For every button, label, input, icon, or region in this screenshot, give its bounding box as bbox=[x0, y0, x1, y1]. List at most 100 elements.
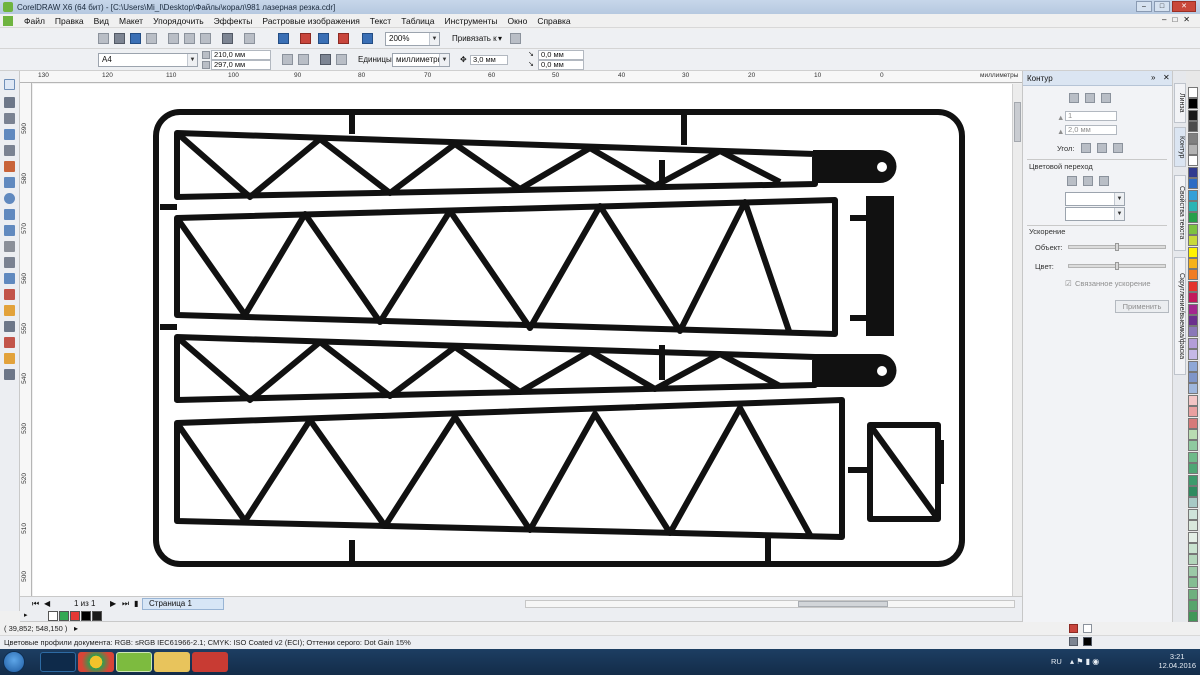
search-content-icon[interactable] bbox=[278, 33, 289, 44]
apply-button[interactable]: Применить bbox=[1115, 300, 1169, 313]
palette-swatch[interactable] bbox=[1188, 429, 1198, 440]
snap-dropdown-arrow[interactable]: ▾ bbox=[498, 33, 502, 45]
menu-window[interactable]: Окно bbox=[503, 16, 533, 26]
palette-swatch[interactable] bbox=[1188, 372, 1198, 383]
save-icon[interactable] bbox=[130, 33, 141, 44]
horizontal-scroll-thumb[interactable] bbox=[798, 601, 888, 607]
palette-swatch[interactable] bbox=[1188, 588, 1198, 600]
status-expand-icon[interactable]: ▸ bbox=[74, 623, 78, 635]
menu-help[interactable]: Справка bbox=[532, 16, 575, 26]
vertical-ruler[interactable]: 590 580 570 560 550 540 530 520 510 500 bbox=[20, 83, 32, 596]
palette-swatch[interactable] bbox=[1188, 417, 1198, 429]
palette-swatch[interactable] bbox=[1188, 337, 1198, 349]
zoom-tool-icon[interactable] bbox=[4, 129, 15, 140]
rectangle-tool-icon[interactable] bbox=[4, 177, 15, 188]
ellipse-tool-icon[interactable] bbox=[4, 193, 15, 204]
palette-swatch[interactable] bbox=[1188, 201, 1198, 212]
palette-swatch[interactable] bbox=[1188, 440, 1198, 452]
vertical-scrollbar[interactable] bbox=[1012, 84, 1022, 596]
palette-swatch[interactable] bbox=[1188, 577, 1198, 589]
laser-cut-drawing[interactable] bbox=[33, 84, 1021, 596]
palette-swatch[interactable] bbox=[1188, 132, 1198, 144]
snap-to-dropdown[interactable]: Привязать к bbox=[452, 33, 497, 45]
palette-swatch[interactable] bbox=[1188, 543, 1198, 554]
tab-contour[interactable]: Контур bbox=[1174, 127, 1186, 167]
chrome-taskbar-icon[interactable] bbox=[78, 652, 114, 672]
page-tab[interactable]: Страница 1 bbox=[142, 598, 224, 610]
object-acceleration-slider[interactable] bbox=[1068, 243, 1166, 251]
color-swatch[interactable] bbox=[59, 611, 69, 621]
contour-inside-icon[interactable] bbox=[1085, 93, 1095, 103]
text-tool-icon[interactable] bbox=[4, 241, 15, 252]
open-icon[interactable] bbox=[114, 33, 125, 44]
menu-text[interactable]: Текст bbox=[365, 16, 396, 26]
palette-swatch[interactable] bbox=[1188, 326, 1198, 338]
menu-view[interactable]: Вид bbox=[89, 16, 114, 26]
zoom-level-select[interactable]: 200% ▼ bbox=[385, 32, 440, 46]
clockwise-blend-icon[interactable] bbox=[1083, 176, 1093, 186]
palette-swatch[interactable] bbox=[1188, 349, 1198, 361]
palette-swatch[interactable] bbox=[1188, 166, 1198, 178]
palette-swatch[interactable] bbox=[1188, 508, 1198, 520]
palette-swatch[interactable] bbox=[1188, 246, 1198, 258]
input-language[interactable]: RU bbox=[1051, 657, 1062, 666]
color-acceleration-slider[interactable] bbox=[1068, 262, 1166, 270]
copy-icon[interactable] bbox=[184, 33, 195, 44]
document-window-controls[interactable]: –□✕ bbox=[1162, 15, 1196, 24]
close-button[interactable]: ✕ bbox=[1172, 1, 1196, 12]
palette-swatch[interactable] bbox=[1188, 280, 1198, 292]
color-swatch[interactable] bbox=[81, 611, 91, 621]
landscape-icon[interactable] bbox=[298, 54, 309, 65]
redo-icon[interactable] bbox=[244, 33, 255, 44]
menu-arrange[interactable]: Упорядочить bbox=[148, 16, 209, 26]
last-page-icon[interactable]: ⏭ bbox=[122, 598, 129, 610]
docker-close-icon[interactable]: ✕ bbox=[1163, 72, 1170, 84]
vertical-scroll-thumb[interactable] bbox=[1014, 102, 1021, 142]
connector-tool-icon[interactable] bbox=[4, 289, 15, 300]
palette-swatch[interactable] bbox=[1188, 98, 1198, 110]
fill-tool-icon[interactable] bbox=[4, 369, 15, 380]
duplicate-distance-x-field[interactable]: 0,0 мм bbox=[538, 50, 584, 60]
palette-swatch[interactable] bbox=[1188, 235, 1198, 247]
palette-swatch[interactable] bbox=[1188, 497, 1198, 509]
menu-file[interactable]: Файл bbox=[19, 16, 50, 26]
menu-bitmaps[interactable]: Растровые изображения bbox=[257, 16, 364, 26]
photoshop-taskbar-icon[interactable] bbox=[40, 652, 76, 672]
tab-text-properties[interactable]: Свойства текста bbox=[1174, 175, 1186, 251]
horizontal-ruler[interactable]: 130 120 110 100 90 80 70 60 50 40 30 20 … bbox=[20, 71, 1022, 83]
freehand-tool-icon[interactable] bbox=[4, 145, 15, 156]
page-width-field[interactable]: 210,0 мм bbox=[211, 50, 271, 60]
fill-color-select[interactable]: ▼ bbox=[1065, 207, 1125, 221]
palette-options-icon[interactable]: ▸ bbox=[24, 610, 28, 622]
palette-swatch[interactable] bbox=[1188, 531, 1198, 543]
palette-swatch[interactable] bbox=[1188, 155, 1198, 167]
palette-swatch[interactable] bbox=[1188, 406, 1198, 418]
palette-swatch[interactable] bbox=[1188, 292, 1198, 304]
palette-swatch[interactable] bbox=[1188, 178, 1198, 190]
palette-swatch[interactable] bbox=[1188, 611, 1198, 623]
palette-swatch[interactable] bbox=[1188, 315, 1198, 326]
cut-icon[interactable] bbox=[168, 33, 179, 44]
no-color-swatch[interactable] bbox=[48, 611, 58, 621]
tab-fillet-scallop-chamfer[interactable]: Скругление/выемка/фаска bbox=[1174, 257, 1186, 375]
palette-swatch[interactable] bbox=[1188, 600, 1198, 611]
tray-icons[interactable]: ▴ ⚑ ▮ ◉ bbox=[1070, 656, 1099, 668]
tray-clock[interactable]: 3:21 12.04.2016 bbox=[1158, 652, 1196, 670]
corner-miter-icon[interactable] bbox=[1081, 143, 1091, 153]
print-icon[interactable] bbox=[146, 33, 157, 44]
palette-swatch[interactable] bbox=[1188, 144, 1198, 155]
menu-tools[interactable]: Инструменты bbox=[440, 16, 503, 26]
pick-tool-icon[interactable] bbox=[4, 79, 15, 90]
palette-swatch[interactable] bbox=[1188, 303, 1198, 315]
palette-swatch[interactable] bbox=[1188, 486, 1198, 497]
current-page-icon[interactable] bbox=[336, 54, 347, 65]
fill-none-swatch[interactable] bbox=[1083, 624, 1092, 633]
outline-color-swatch[interactable] bbox=[1083, 637, 1092, 646]
page-height-field[interactable]: 297,0 мм bbox=[211, 60, 271, 70]
smart-fill-icon[interactable] bbox=[4, 161, 15, 172]
outline-color-select[interactable]: ▼ bbox=[1065, 192, 1125, 206]
shape-tool-icon[interactable] bbox=[4, 97, 15, 108]
menu-edit[interactable]: Правка bbox=[50, 16, 89, 26]
contour-outside-icon[interactable] bbox=[1101, 93, 1111, 103]
drawing-canvas[interactable] bbox=[33, 84, 1021, 596]
